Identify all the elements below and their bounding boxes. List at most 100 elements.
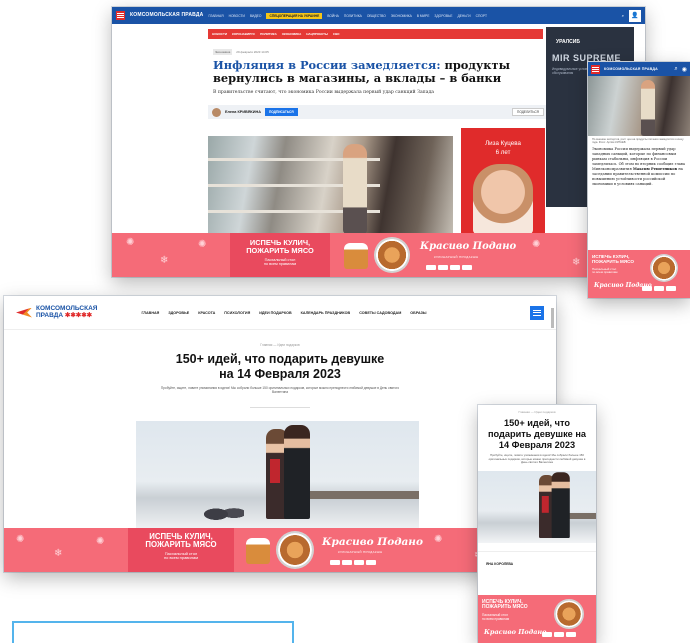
article-photo-supermarket xyxy=(588,76,690,136)
menu-item[interactable]: СОВЕТЫ САДОВОДАМ xyxy=(359,311,401,315)
snowflake-icon: ✺ xyxy=(126,237,135,248)
category-tag[interactable]: Экономика xyxy=(213,49,233,55)
menu-item[interactable]: ГЛАВНАЯ xyxy=(141,311,159,315)
sponsor-logos xyxy=(642,286,676,291)
site-logo[interactable]: КОМСОМОЛЬСКАЯ ПРАВДА xyxy=(604,67,658,72)
banner-headline: ИСПЕЧЬ КУЛИЧ, ПОЖАРИТЬ МЯСО xyxy=(128,532,234,550)
menu-item[interactable]: ЗДОРОВЬЕ xyxy=(168,311,189,315)
snowflake-icon: ✺ xyxy=(16,534,25,545)
user-icon[interactable]: ◉ xyxy=(682,66,687,73)
screenshot-collage: КОМСОМОЛЬСКАЯ ПРАВДА ГЛАВНАЯ НОВОСТИ ВИД… xyxy=(0,0,690,643)
easter-ad-banner[interactable]: ИСПЕЧЬ КУЛИЧ, ПОЖАРИТЬ МЯСО Пасхальный с… xyxy=(478,595,596,643)
nav-item[interactable]: ГЛАВНАЯ xyxy=(208,14,223,18)
banner-brand-sub: КУЛИНАРНЫЙ ПРОДАКШН xyxy=(434,255,479,259)
menu-item[interactable]: КАЛЕНДАРЬ ПРАЗДНИКОВ xyxy=(301,311,351,315)
nav-item[interactable]: НОВОСТИ xyxy=(229,14,245,18)
page-title: 150+ идей, что подарить девушке на 14 Фе… xyxy=(488,418,586,450)
subnav-item[interactable]: КОРОНАВИРУС xyxy=(232,32,255,36)
snowflake-icon: ❄ xyxy=(160,255,169,266)
banner-headline: ИСПЕЧЬ КУЛИЧ, ПОЖАРИТЬ МЯСО xyxy=(230,239,330,255)
banner-headline-line: ПОЖАРИТЬ МЯСО xyxy=(246,245,314,255)
news-mobile-screenshot: КОМСОМОЛЬСКАЯ ПРАВДА ⌕ ◉ По мнению экспе… xyxy=(588,62,690,298)
author-bar: Елена КРИВЯКИНА ПОДПИСАТЬСЯ ПОДЕЛИТЬСЯ xyxy=(208,105,548,119)
menu-item[interactable]: ПСИХОЛОГИЯ xyxy=(224,311,250,315)
snowflake-icon: ❄ xyxy=(572,257,581,268)
page-title-line: на 14 Февраля 2023 xyxy=(219,367,341,381)
subnav-item[interactable]: НОВОСТИ xyxy=(212,32,227,36)
author-name[interactable]: Елена КРИВЯКИНА xyxy=(225,110,261,114)
easter-ad-banner[interactable]: ✺ ❄ ✺ ИСПЕЧЬ КУЛИЧ, ПОЖАРИТЬ МЯСО Пасхал… xyxy=(4,528,556,572)
gifts-desktop-screenshot: КОМСОМОЛЬСКАЯ ПРАВДА ✱✱✱✱✱ ГЛАВНАЯ ЗДОРО… xyxy=(4,296,556,572)
search-icon[interactable]: ⌕ xyxy=(674,66,677,73)
share-button[interactable]: ПОДЕЛИТЬСЯ xyxy=(512,108,544,116)
couple-photo xyxy=(136,421,419,531)
site-logo[interactable]: КОМСОМОЛЬСКАЯ ПРАВДА ✱✱✱✱✱ xyxy=(16,305,97,319)
author-name[interactable]: ЯНА КОРОЛЕВА xyxy=(478,550,596,568)
banner-subtext: Пасхальный стол по всем правилам xyxy=(230,258,330,266)
easter-ad-banner[interactable]: ИСПЕЧЬ КУЛИЧ, ПОЖАРИТЬ МЯСО Пасхальный с… xyxy=(588,250,690,298)
banner-headline-line: ПОЖАРИТЬ МЯСО xyxy=(145,540,217,550)
article-body-bold[interactable]: Максим Решетников xyxy=(633,167,677,171)
article-title-highlight: Инфляция в России замедляется: xyxy=(213,58,441,72)
snowflake-icon: ✺ xyxy=(198,239,207,250)
page-title-line: 150+ идей, что подарить девушке xyxy=(175,352,385,366)
railing-shape xyxy=(305,491,419,499)
nav-item[interactable]: ЗДОРОВЬЕ xyxy=(434,14,452,18)
nav-item[interactable]: В МИРЕ xyxy=(417,14,430,18)
nav-item[interactable]: ПОЛИТИКА xyxy=(344,14,362,18)
logo-text: КОМСОМОЛЬСКАЯ ПРАВДА ✱✱✱✱✱ xyxy=(36,305,97,319)
nav-item[interactable]: ДЕНЬГИ xyxy=(457,14,470,18)
article-body: Экономика России выдержала первый удар з… xyxy=(588,147,690,187)
page-title: 150+ идей, что подарить девушке на 14 Фе… xyxy=(4,352,556,382)
search-icon[interactable]: ⌕ xyxy=(622,13,624,18)
subnav-item[interactable]: НАЦПРОЕКТЫ xyxy=(306,32,328,36)
site-logo[interactable]: КОМСОМОЛЬСКАЯ ПРАВДА xyxy=(130,13,203,18)
menu-item[interactable]: КРАСОТА xyxy=(198,311,215,315)
bank-ad-brand: УРАЛСИБ xyxy=(556,39,580,45)
nav-item-highlight[interactable]: СПЕЦОПЕРАЦИЯ НА УКРАИНЕ xyxy=(266,12,323,19)
food-bowl-image xyxy=(650,254,678,282)
menu-icon[interactable] xyxy=(530,305,544,320)
menu-item[interactable]: ИДЕИ ПОДАРКОВ xyxy=(259,311,291,315)
charity-ad[interactable]: Лиза Куцева 6 лет xyxy=(461,128,545,234)
banner-subtext: Пасхальный стол по всем правилам xyxy=(592,267,646,275)
banner-brand: Красиво Подано xyxy=(322,536,423,548)
couple-photo xyxy=(478,470,596,543)
user-icon[interactable]: 👤 xyxy=(629,9,641,22)
subscribe-button[interactable]: ПОДПИСАТЬСЯ xyxy=(264,108,298,116)
child-photo xyxy=(473,164,533,234)
banner-subtext-line: по всем правилам xyxy=(263,262,297,267)
menu-icon[interactable] xyxy=(591,64,600,74)
banner-headline: ИСПЕЧЬ КУЛИЧ, ПОЖАРИТЬ МЯСО xyxy=(592,254,646,265)
scrollbar[interactable] xyxy=(551,308,554,328)
pigeons-shape xyxy=(204,501,244,523)
subnav-item[interactable]: ПОЛИТИКА xyxy=(260,32,277,36)
easter-cake-image xyxy=(246,538,270,564)
snowflake-icon: ✺ xyxy=(532,239,541,250)
subnav-item[interactable]: СВО xyxy=(333,32,340,36)
banner-headline-line: ПОЖАРИТЬ МЯСО xyxy=(482,604,528,611)
nav-item[interactable]: СПОРТ xyxy=(476,14,487,18)
man-figure xyxy=(284,425,311,519)
site-header: КОМСОМОЛЬСКАЯ ПРАВДА ✱✱✱✱✱ ГЛАВНАЯ ЗДОРО… xyxy=(4,296,556,330)
banner-headline-line: ПОЖАРИТЬ МЯСО xyxy=(592,258,634,264)
sponsor-logos xyxy=(330,560,376,565)
article-meta: Экономика 29 февраля 2023 14:05 xyxy=(213,49,269,55)
banner-headline: ИСПЕЧЬ КУЛИЧ, ПОЖАРИТЬ МЯСО xyxy=(482,599,548,611)
article-photo-supermarket xyxy=(208,136,453,234)
mobile-navbar: КОМСОМОЛЬСКАЯ ПРАВДА ⌕ ◉ xyxy=(588,62,690,76)
breadcrumb[interactable]: Главная — Идеи подарков xyxy=(4,343,556,347)
easter-ad-banner[interactable]: ✺ ❄ ✺ ИСПЕЧЬ КУЛИЧ, ПОЖАРИТЬ МЯСО Пасхал… xyxy=(112,233,645,277)
shopper-figure xyxy=(342,144,367,234)
nav-item[interactable]: ОБЩЕСТВО xyxy=(367,14,386,18)
nav-item[interactable]: ВИДЕО xyxy=(250,14,262,18)
photo-caption: По мнению экспертов, рост цен на продукт… xyxy=(592,138,684,145)
breadcrumb[interactable]: Главная — Идеи подарков xyxy=(478,410,596,414)
subnav-item[interactable]: ЭКОНОМИКА xyxy=(282,32,301,36)
charity-ad-name: Лиза Куцева xyxy=(485,140,521,147)
sponsor-logos xyxy=(426,265,472,270)
menu-icon[interactable] xyxy=(116,11,125,20)
menu-item[interactable]: ОБРАЗЫ xyxy=(410,311,426,315)
nav-item[interactable]: ВОЙНА xyxy=(327,14,339,18)
nav-item[interactable]: ЭКОНОМИКА xyxy=(391,14,412,18)
